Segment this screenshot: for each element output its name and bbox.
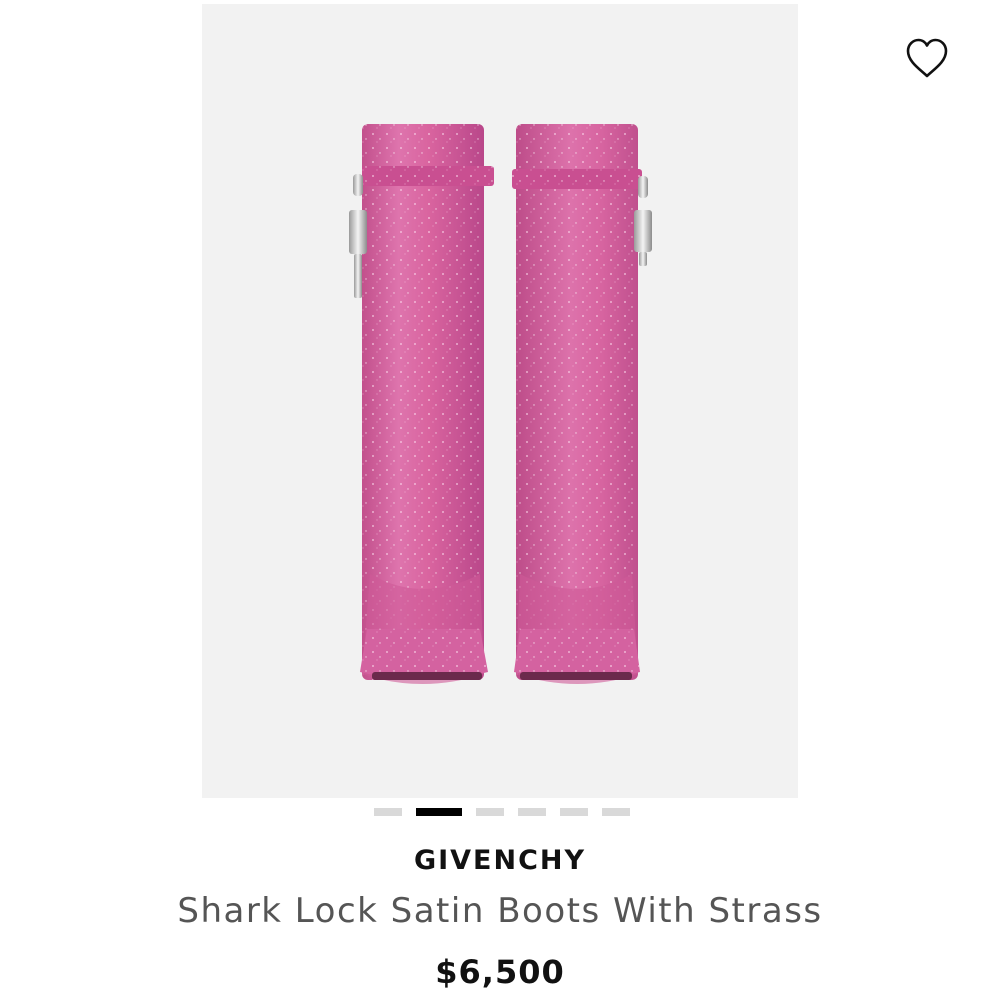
heart-outline-icon — [906, 38, 948, 78]
pager-dot-4[interactable] — [518, 808, 546, 816]
product-page: GIVENCHY Shark Lock Satin Boots With Str… — [0, 0, 1000, 1000]
product-image-panel[interactable] — [202, 4, 798, 798]
pager-dot-5[interactable] — [560, 808, 588, 816]
pager-dot-6[interactable] — [602, 808, 630, 816]
brand-name[interactable]: GIVENCHY — [0, 845, 1000, 876]
product-image — [349, 124, 652, 684]
pager-dot-3[interactable] — [476, 808, 504, 816]
product-title[interactable]: Shark Lock Satin Boots With Strass — [0, 891, 1000, 931]
pager-dot-1[interactable] — [374, 808, 402, 816]
wishlist-button[interactable] — [903, 36, 951, 80]
right-boot — [512, 124, 652, 684]
image-pager — [374, 808, 630, 817]
product-price: $6,500 — [435, 953, 565, 991]
pager-dot-2-active[interactable] — [416, 808, 462, 816]
left-boot — [349, 124, 494, 684]
